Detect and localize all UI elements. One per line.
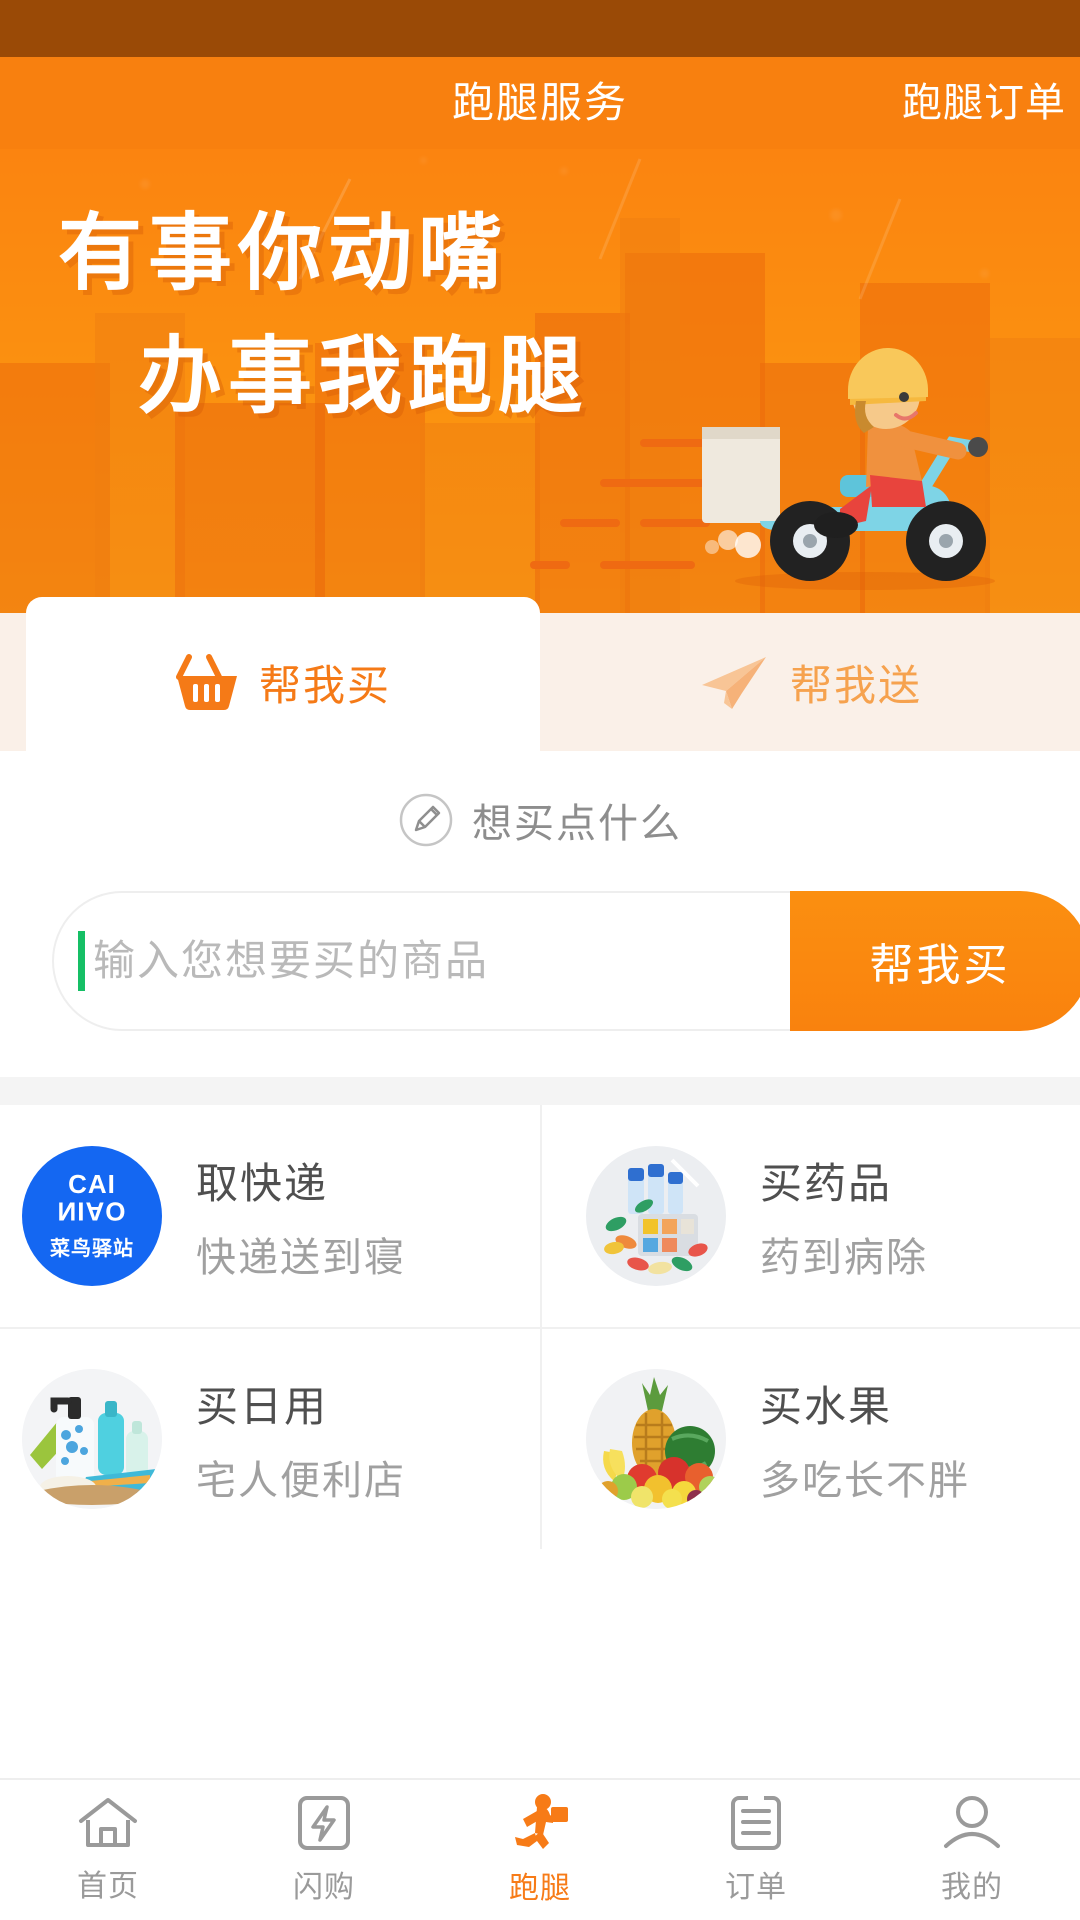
flash-sale-icon: [298, 1796, 350, 1850]
service-subtitle: 药到病除: [760, 1235, 928, 1280]
status-bar: [0, 0, 1080, 57]
buy-prompt: 想买点什么: [0, 791, 1080, 849]
running-courier-icon: [515, 1794, 568, 1849]
buy-panel: 想买点什么 帮我买: [0, 751, 1080, 1077]
service-subtitle: 快递送到寝: [196, 1235, 406, 1280]
app-header: 跑腿服务 跑腿订单: [0, 57, 1080, 149]
cainiao-logo-icon: CAI NIAO 菜鸟驿站: [22, 1146, 162, 1286]
service-item-pickup-parcel[interactable]: CAI NIAO 菜鸟驿站 取快递 快递送到寝: [0, 1105, 540, 1327]
nav-item-flash-sale[interactable]: 闪购: [216, 1780, 432, 1920]
service-title: 买水果: [760, 1382, 893, 1430]
buy-prompt-text: 想买点什么: [472, 802, 682, 846]
banner-headline: 有事你动嘴 办事我跑腿: [58, 201, 588, 429]
app-root: 跑腿服务 跑腿订单 有事你动嘴 办事我跑腿 帮我买 帮我送 想买点什么 输入您想…: [0, 0, 1080, 1920]
buy-search-row: 帮我买: [52, 891, 1080, 1031]
nav-item-home[interactable]: 首页: [0, 1780, 216, 1920]
service-title: 买日用: [196, 1382, 329, 1430]
fruits-photo-icon: [586, 1369, 726, 1509]
medicine-photo-icon: [586, 1146, 726, 1286]
order-list-icon: [731, 1795, 781, 1850]
service-grid: CAI NIAO 菜鸟驿站 取快递 快递送到寝 买药品 药到病除 买日用 宅人便…: [0, 1105, 1080, 1549]
paper-plane-icon: [701, 657, 766, 709]
tab-send-for-me[interactable]: 帮我送: [540, 613, 1080, 751]
cainiao-logo-line3: 菜鸟驿站: [50, 1237, 134, 1260]
orders-link[interactable]: 跑腿订单: [902, 57, 1066, 149]
service-item-buy-medicine[interactable]: 买药品 药到病除: [540, 1105, 1080, 1327]
service-subtitle: 宅人便利店: [196, 1458, 406, 1503]
scooter-courier-icon: [702, 347, 995, 590]
service-title: 买药品: [760, 1159, 893, 1207]
toiletries-photo-icon: [22, 1369, 162, 1509]
nav-item-errand[interactable]: 跑腿: [432, 1780, 648, 1920]
banner-line-2: 办事我跑腿: [138, 329, 589, 423]
shopping-basket-icon: [175, 654, 237, 710]
service-title: 取快递: [196, 1159, 329, 1207]
tab-buy-for-me[interactable]: 帮我买: [26, 597, 540, 751]
nav-label-profile: 我的: [941, 1871, 1003, 1904]
text-caret: [78, 931, 85, 991]
service-tabs: 帮我买 帮我送: [0, 597, 1080, 751]
submit-buy-button[interactable]: 帮我买: [790, 891, 1080, 1031]
cainiao-logo-line1: CAI: [68, 1169, 116, 1200]
page-filler: [0, 1549, 1080, 1781]
bottom-navigation: 首页 闪购 跑腿 订单 我的: [0, 1778, 1080, 1920]
buy-input-wrapper[interactable]: [52, 891, 812, 1031]
promo-banner[interactable]: 有事你动嘴 办事我跑腿: [0, 149, 1080, 613]
nav-label-home: 首页: [77, 1870, 139, 1903]
banner-line-1: 有事你动嘴: [58, 206, 509, 300]
section-separator: [0, 1077, 1080, 1105]
buy-goods-input[interactable]: [85, 937, 810, 985]
nav-label-orders: 订单: [725, 1871, 787, 1904]
nav-label-errand: 跑腿: [509, 1872, 571, 1905]
service-item-buy-daily-goods[interactable]: 买日用 宅人便利店: [0, 1327, 540, 1549]
tab-label-send: 帮我送: [789, 661, 922, 709]
cainiao-logo-line2: NIAO: [57, 1196, 127, 1227]
nav-item-profile[interactable]: 我的: [864, 1780, 1080, 1920]
pencil-circle-icon: [399, 793, 453, 847]
service-item-buy-fruit[interactable]: 买水果 多吃长不胖: [540, 1327, 1080, 1549]
nav-item-orders[interactable]: 订单: [648, 1780, 864, 1920]
nav-label-flash-sale: 闪购: [293, 1871, 355, 1904]
tab-label-buy: 帮我买: [258, 661, 391, 709]
user-profile-icon: [944, 1796, 1000, 1848]
service-subtitle: 多吃长不胖: [760, 1458, 970, 1503]
home-icon: [79, 1798, 137, 1847]
